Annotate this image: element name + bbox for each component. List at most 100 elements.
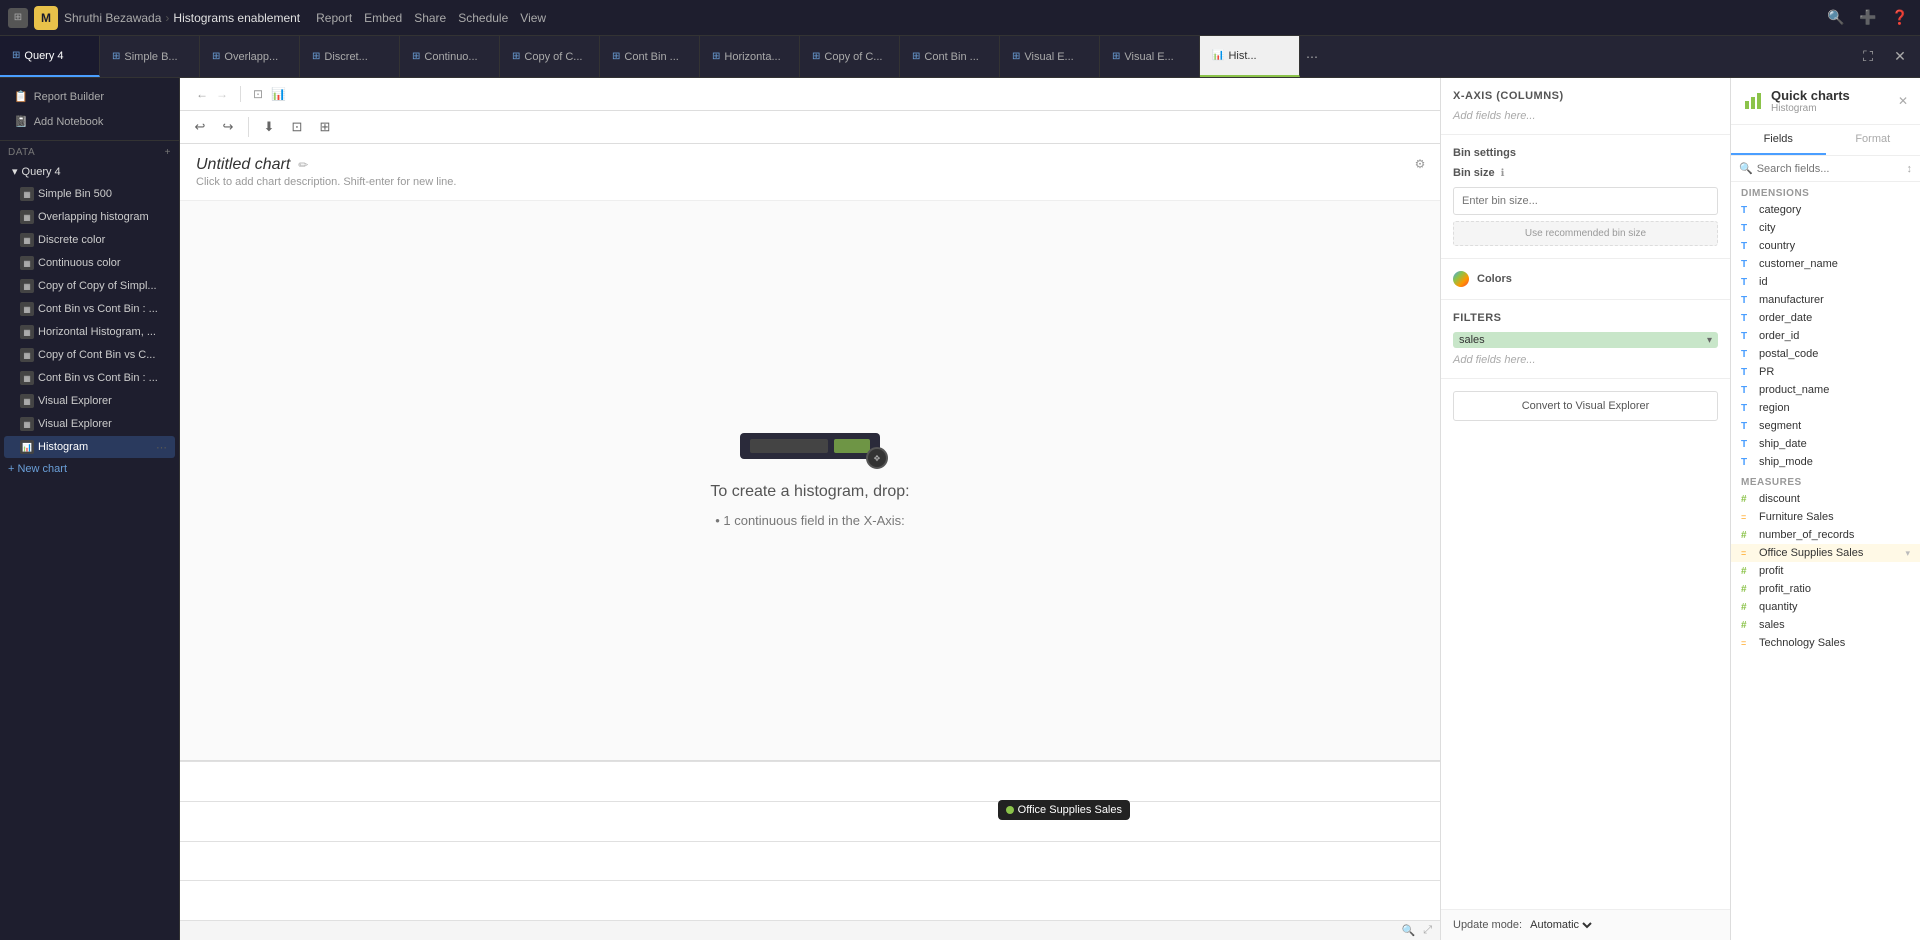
sidebar-item-continuous[interactable]: ▦ Continuous color xyxy=(4,252,175,274)
fit-btn[interactable]: ⊡ xyxy=(285,115,309,139)
close-tab-icon[interactable]: ✕ xyxy=(1888,45,1912,69)
sidebar-item-cont-bin2[interactable]: ▦ Cont Bin vs Cont Bin : ... xyxy=(4,367,175,389)
nav-report[interactable]: Report xyxy=(316,11,352,25)
tab-visual-e1[interactable]: ⊞ Visual E... xyxy=(1000,36,1100,77)
sort-icon[interactable]: ↕ xyxy=(1907,163,1913,175)
tab-fields[interactable]: Fields xyxy=(1731,125,1826,155)
new-chart-btn[interactable]: + New chart xyxy=(0,459,179,479)
download-btn[interactable]: ⬇ xyxy=(257,115,281,139)
collapse-btn[interactable]: ⊞ xyxy=(313,115,337,139)
sidebar-item-overlapping[interactable]: ▦ Overlapping histogram xyxy=(4,206,175,228)
help-icon[interactable]: ❓ xyxy=(1888,6,1912,30)
field-region[interactable]: T region xyxy=(1731,399,1920,417)
forward-icon[interactable]: → xyxy=(216,87,228,101)
sidebar-item-simple-bin[interactable]: ▦ Simple Bin 500 xyxy=(4,183,175,205)
report-builder-btn[interactable]: 📋 Report Builder xyxy=(8,86,171,107)
field-ship-date[interactable]: T ship_date xyxy=(1731,435,1920,453)
tab-discret[interactable]: ⊞ Discret... xyxy=(300,36,400,77)
bin-size-input[interactable] xyxy=(1453,187,1718,215)
field-id[interactable]: T id xyxy=(1731,273,1920,291)
breadcrumb-user[interactable]: Shruthi Bezawada xyxy=(64,11,161,25)
field-category[interactable]: T category xyxy=(1731,201,1920,219)
tab-simple-b[interactable]: ⊞ Simple B... xyxy=(100,36,200,77)
zoom-icon[interactable]: 🔍 xyxy=(1401,924,1415,937)
field-city[interactable]: T city xyxy=(1731,219,1920,237)
field-profit[interactable]: # profit xyxy=(1731,562,1920,580)
sidebar-item-visual2[interactable]: ▦ Visual Explorer xyxy=(4,413,175,435)
redo-btn[interactable]: ↪ xyxy=(216,115,240,139)
field-sales[interactable]: # sales xyxy=(1731,616,1920,634)
field-segment[interactable]: T segment xyxy=(1731,417,1920,435)
colors-section: Colors xyxy=(1441,259,1730,300)
sidebar-item-visual1[interactable]: ▦ Visual Explorer xyxy=(4,390,175,412)
chart-desc[interactable]: Click to add chart description. Shift-en… xyxy=(196,176,1424,188)
resize-icon[interactable]: ⤢ xyxy=(1423,924,1432,937)
field-order-id[interactable]: T order_id xyxy=(1731,327,1920,345)
nav-embed[interactable]: Embed xyxy=(364,11,402,25)
filter-dropdown-icon[interactable]: ▾ xyxy=(1707,335,1712,346)
sidebar-item-copy-simpl[interactable]: ▦ Copy of Copy of Simpl... xyxy=(4,275,175,297)
search-icon[interactable]: 🔍 xyxy=(1824,6,1848,30)
tab-label: Visual E... xyxy=(1024,51,1073,63)
add-notebook-btn[interactable]: 📓 Add Notebook xyxy=(8,111,171,132)
sidebar-item-discrete[interactable]: ▦ Discrete color xyxy=(4,229,175,251)
field-name: order_date xyxy=(1759,312,1812,324)
field-manufacturer[interactable]: T manufacturer xyxy=(1731,291,1920,309)
fullscreen-icon[interactable]: ⛶ xyxy=(1856,45,1880,69)
field-discount[interactable]: # discount xyxy=(1731,490,1920,508)
xaxis-add-fields[interactable]: Add fields here... xyxy=(1453,110,1718,122)
item-more-icon[interactable]: ⋯ xyxy=(156,441,167,454)
add-data-icon[interactable]: + xyxy=(165,147,171,158)
edit-title-icon[interactable]: ✏ xyxy=(298,158,308,172)
field-country[interactable]: T country xyxy=(1731,237,1920,255)
field-furniture-sales[interactable]: = Furniture Sales xyxy=(1731,508,1920,526)
sidebar-item-cont-bin1[interactable]: ▦ Cont Bin vs Cont Bin : ... xyxy=(4,298,175,320)
tab-continuo[interactable]: ⊞ Continuo... xyxy=(400,36,500,77)
add-icon[interactable]: ➕ xyxy=(1856,6,1880,30)
field-product-name[interactable]: T product_name xyxy=(1731,381,1920,399)
field-number-of-records[interactable]: # number_of_records xyxy=(1731,526,1920,544)
undo-btn[interactable]: ↩ xyxy=(188,115,212,139)
filters-add-fields[interactable]: Add fields here... xyxy=(1453,354,1718,366)
nav-share[interactable]: Share xyxy=(414,11,446,25)
field-pr[interactable]: T PR xyxy=(1731,363,1920,381)
field-order-date[interactable]: T order_date xyxy=(1731,309,1920,327)
convert-btn[interactable]: Convert to Visual Explorer xyxy=(1453,391,1718,421)
tab-copy-c1[interactable]: ⊞ Copy of C... xyxy=(500,36,600,77)
settings-gear-btn[interactable]: ⚙ xyxy=(1408,152,1432,176)
tab-format[interactable]: Format xyxy=(1826,125,1920,155)
update-mode-select[interactable]: Automatic xyxy=(1526,918,1595,932)
chart-type-icon[interactable]: 📊 xyxy=(271,87,286,101)
nav-schedule[interactable]: Schedule xyxy=(458,11,508,25)
sidebar-item-copy-cont[interactable]: ▦ Copy of Cont Bin vs C... xyxy=(4,344,175,366)
field-profit-ratio[interactable]: # profit_ratio xyxy=(1731,580,1920,598)
tab-horizonta[interactable]: ⊞ Horizonta... xyxy=(700,36,800,77)
field-technology-sales[interactable]: = Technology Sales xyxy=(1731,634,1920,652)
tab-visual-e2[interactable]: ⊞ Visual E... xyxy=(1100,36,1200,77)
field-postal-code[interactable]: T postal_code xyxy=(1731,345,1920,363)
tab-cont-bin2[interactable]: ⊞ Cont Bin ... xyxy=(900,36,1000,77)
field-quantity[interactable]: # quantity xyxy=(1731,598,1920,616)
field-customer-name[interactable]: T customer_name xyxy=(1731,255,1920,273)
search-input[interactable] xyxy=(1757,163,1903,175)
filters-section: Filters sales ▾ Add fields here... xyxy=(1441,300,1730,379)
bin-recommended-btn[interactable]: Use recommended bin size xyxy=(1453,221,1718,246)
tab-more[interactable]: ⋯ xyxy=(1300,36,1324,77)
field-name: city xyxy=(1759,222,1776,234)
chart-title[interactable]: Untitled chart xyxy=(196,156,290,174)
tab-cont-bin1[interactable]: ⊞ Cont Bin ... xyxy=(600,36,700,77)
query-source[interactable]: ▾ Query 4 xyxy=(4,161,175,182)
type-icon: = xyxy=(1741,548,1753,558)
nav-view[interactable]: View xyxy=(520,11,546,25)
sidebar-item-histogram[interactable]: 📊 Histogram ⋯ xyxy=(4,436,175,458)
back-icon[interactable]: ← xyxy=(196,87,208,101)
tab-hist[interactable]: 📊 Hist... xyxy=(1200,36,1300,77)
field-ship-mode[interactable]: T ship_mode xyxy=(1731,453,1920,471)
tab-query4[interactable]: ⊞ Query 4 xyxy=(0,36,100,77)
tab-copy-c2[interactable]: ⊞ Copy of C... xyxy=(800,36,900,77)
quick-close-btn[interactable]: ✕ xyxy=(1898,94,1908,108)
tab-overlapp[interactable]: ⊞ Overlapp... xyxy=(200,36,300,77)
view-toggle-icon[interactable]: ⊡ xyxy=(253,87,263,101)
sidebar-item-horizontal[interactable]: ▦ Horizontal Histogram, ... xyxy=(4,321,175,343)
field-office-supplies[interactable]: = Office Supplies Sales ▾ xyxy=(1731,544,1920,562)
